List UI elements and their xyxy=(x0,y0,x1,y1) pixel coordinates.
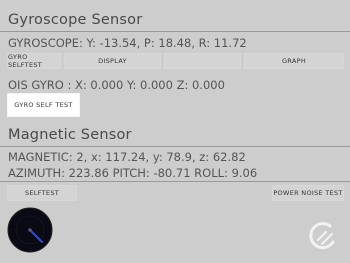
graph-button[interactable]: GRAPH xyxy=(244,53,344,69)
azimuth-readout: AZIMUTH: 223.86 PITCH: -80.71 ROLL: 9.06 xyxy=(8,166,258,180)
divider xyxy=(0,31,350,32)
ois-gyro-readout: OIS GYRO : X: 0.000 Y: 0.000 Z: 0.000 xyxy=(8,78,225,92)
blank-button[interactable] xyxy=(164,53,241,69)
divider xyxy=(0,146,350,147)
magnetic-title: Magnetic Sensor xyxy=(8,127,132,143)
selftest-button[interactable]: SELFTEST xyxy=(7,185,77,201)
app-logo-icon xyxy=(309,222,335,250)
gyroscope-title: Gyroscope Sensor xyxy=(8,12,143,28)
gyro-self-test-button[interactable]: GYRO SELF TEST xyxy=(7,93,80,117)
gyro-selftest-button[interactable]: GYRO SELFTEST xyxy=(7,53,61,69)
display-button[interactable]: DISPLAY xyxy=(64,53,161,69)
divider xyxy=(0,181,350,182)
gyroscope-readout: GYROSCOPE: Y: -13.54, P: 18.48, R: 11.72 xyxy=(8,36,247,50)
compass-radar-icon xyxy=(7,207,53,253)
magnetic-readout: MAGNETIC: 2, x: 117.24, y: 78.9, z: 62.8… xyxy=(8,150,246,164)
power-noise-test-button[interactable]: POWER NOISE TEST xyxy=(272,185,344,201)
